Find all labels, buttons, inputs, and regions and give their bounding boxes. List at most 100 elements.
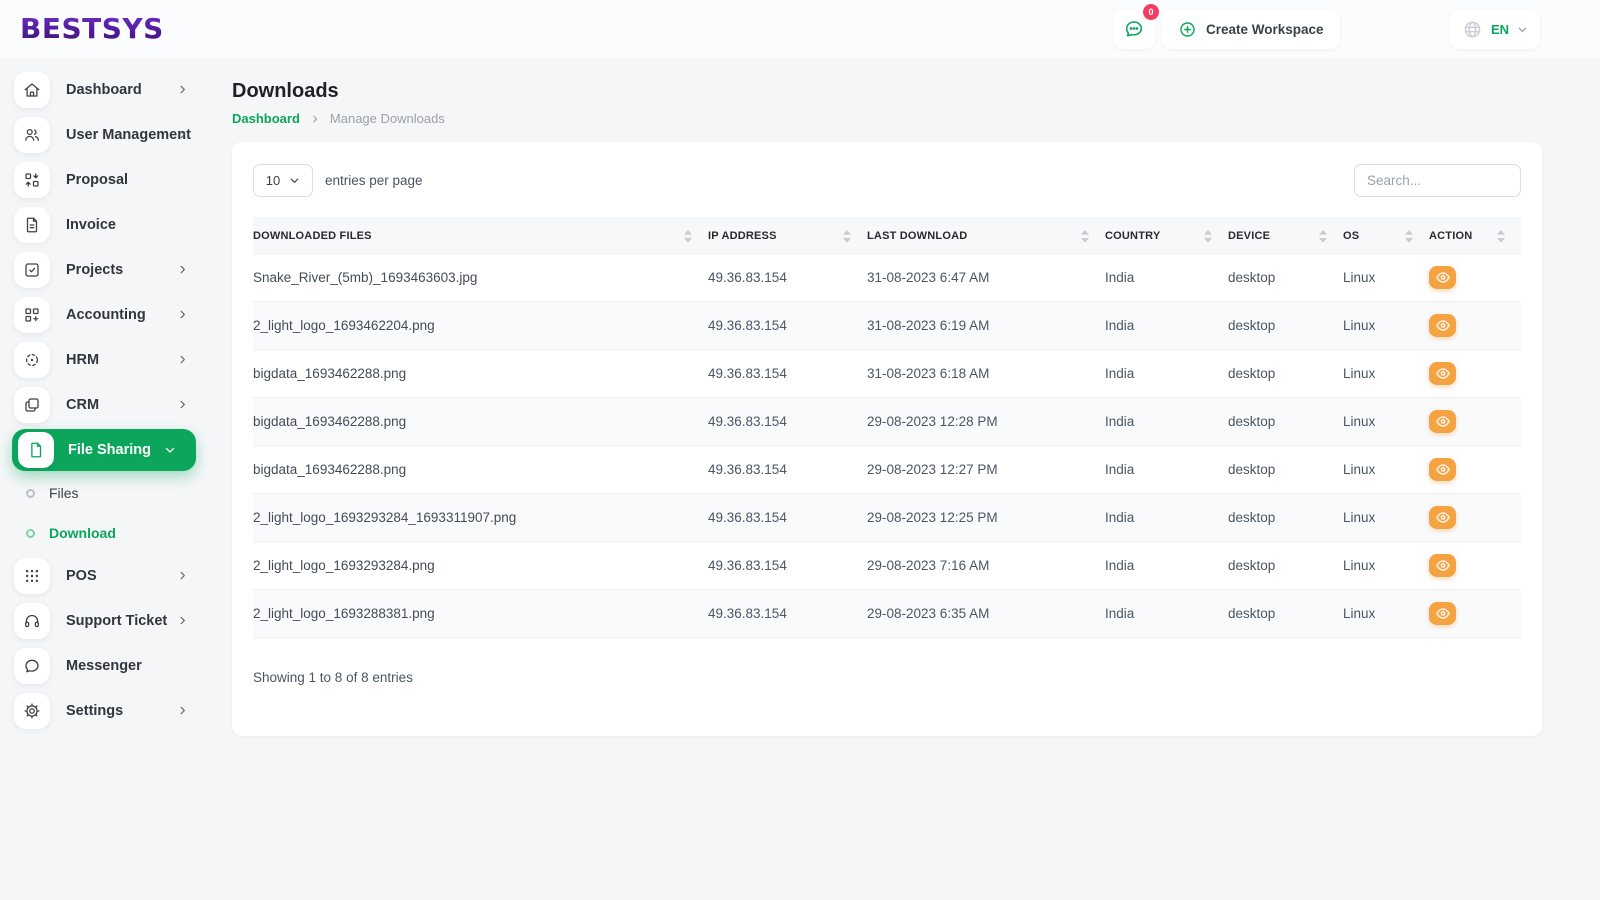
table-row: 2_light_logo_1693293284_1693311907.png 4… — [253, 494, 1521, 542]
gear-icon — [14, 693, 50, 729]
sidebar-item-crm[interactable]: CRM — [0, 382, 220, 427]
ip-address: 49.36.83.154 — [708, 542, 867, 590]
os: Linux — [1343, 350, 1429, 398]
sidebar-item-support-ticket[interactable]: Support Ticket — [0, 598, 220, 643]
sidebar-item-hrm[interactable]: HRM — [0, 337, 220, 382]
main-content: Downloads Dashboard Manage Downloads 10 … — [232, 58, 1542, 736]
sidebar: BESTSYS Dashboard User Management P — [0, 0, 220, 900]
create-workspace-button[interactable]: Create Workspace — [1162, 9, 1340, 49]
sort-icon — [1319, 230, 1327, 243]
column-header-action[interactable]: ACTION — [1429, 219, 1521, 254]
page-size-select[interactable]: 10 — [253, 164, 313, 197]
chevron-down-icon — [289, 175, 300, 186]
sort-icon — [843, 230, 851, 243]
sidebar-item-messenger[interactable]: Messenger — [0, 643, 220, 688]
chevron-right-icon — [177, 615, 188, 626]
topbar — [0, 0, 1600, 58]
os: Linux — [1343, 446, 1429, 494]
sidebar-item-settings[interactable]: Settings — [0, 688, 220, 733]
column-header-downloaded-files[interactable]: DOWNLOADED FILES — [253, 219, 708, 254]
page-title: Downloads — [232, 80, 1542, 103]
eye-icon — [1436, 560, 1450, 571]
column-header-device[interactable]: DEVICE — [1228, 219, 1343, 254]
brand-logo: BESTSYS — [0, 0, 220, 45]
table-row: bigdata_1693462288.png 49.36.83.154 31-0… — [253, 350, 1521, 398]
view-button[interactable] — [1429, 362, 1456, 385]
sidebar-item-invoice[interactable]: Invoice — [0, 202, 220, 247]
last-download: 31-08-2023 6:18 AM — [867, 350, 1105, 398]
eye-icon — [1436, 512, 1450, 523]
downloads-card: 10 entries per page DOWNLOADED FILES IP … — [232, 142, 1542, 736]
file-name: 2_light_logo_1693462204.png — [253, 302, 708, 350]
os: Linux — [1343, 494, 1429, 542]
view-button[interactable] — [1429, 314, 1456, 337]
sidebar-item-file-sharing[interactable]: File Sharing — [12, 429, 196, 471]
circle-bullet-icon — [26, 529, 35, 538]
sort-icon — [1081, 230, 1089, 243]
view-button[interactable] — [1429, 266, 1456, 289]
chevron-right-icon — [177, 129, 188, 140]
country: India — [1105, 590, 1228, 638]
breadcrumb-dashboard-link[interactable]: Dashboard — [232, 111, 300, 126]
sidebar-item-dashboard[interactable]: Dashboard — [0, 67, 220, 112]
last-download: 29-08-2023 12:25 PM — [867, 494, 1105, 542]
column-header-last-download[interactable]: LAST DOWNLOAD — [867, 219, 1105, 254]
topbar-actions: 0 Create Workspace — [1113, 9, 1340, 49]
device: desktop — [1228, 494, 1343, 542]
proposal-icon — [14, 162, 50, 198]
column-header-os[interactable]: OS — [1343, 219, 1429, 254]
support-ticket-icon — [14, 603, 50, 639]
country: India — [1105, 398, 1228, 446]
sidebar-item-accounting[interactable]: Accounting — [0, 292, 220, 337]
sidebar-subitem-files[interactable]: Files — [0, 473, 220, 513]
ip-address: 49.36.83.154 — [708, 398, 867, 446]
table-row: bigdata_1693462288.png 49.36.83.154 29-0… — [253, 446, 1521, 494]
country: India — [1105, 542, 1228, 590]
device: desktop — [1228, 446, 1343, 494]
view-button[interactable] — [1429, 506, 1456, 529]
globe-icon — [1462, 19, 1483, 40]
view-button[interactable] — [1429, 410, 1456, 433]
table-row: bigdata_1693462288.png 49.36.83.154 29-0… — [253, 398, 1521, 446]
view-button[interactable] — [1429, 554, 1456, 577]
sidebar-subitem-download[interactable]: Download — [0, 513, 220, 553]
sidebar-item-projects[interactable]: Projects — [0, 247, 220, 292]
accounting-icon — [14, 297, 50, 333]
column-header-country[interactable]: COUNTRY — [1105, 219, 1228, 254]
language-selector[interactable]: EN — [1450, 9, 1540, 49]
chevron-right-icon — [177, 309, 188, 320]
table-footer-status: Showing 1 to 8 of 8 entries — [253, 670, 1521, 685]
file-name: 2_light_logo_1693293284_1693311907.png — [253, 494, 708, 542]
os: Linux — [1343, 302, 1429, 350]
chat-badge: 0 — [1143, 4, 1159, 20]
chevron-down-icon — [164, 444, 176, 456]
table-header-row: DOWNLOADED FILES IP ADDRESS LAST DOWNLOA… — [253, 219, 1521, 254]
column-header-ip-address[interactable]: IP ADDRESS — [708, 219, 867, 254]
ip-address: 49.36.83.154 — [708, 590, 867, 638]
last-download: 31-08-2023 6:19 AM — [867, 302, 1105, 350]
sidebar-item-proposal[interactable]: Proposal — [0, 157, 220, 202]
file-sharing-icon — [18, 432, 54, 468]
last-download: 29-08-2023 12:28 PM — [867, 398, 1105, 446]
table-row: 2_light_logo_1693462204.png 49.36.83.154… — [253, 302, 1521, 350]
view-button[interactable] — [1429, 602, 1456, 625]
sidebar-item-pos[interactable]: POS — [0, 553, 220, 598]
users-icon — [14, 117, 50, 153]
hrm-icon — [14, 342, 50, 378]
sidebar-menu: Dashboard User Management Proposal — [0, 67, 220, 733]
chevron-right-icon — [177, 399, 188, 410]
chevron-down-icon — [1517, 24, 1528, 35]
chat-button[interactable]: 0 — [1113, 9, 1155, 49]
view-button[interactable] — [1429, 458, 1456, 481]
sidebar-item-user-management[interactable]: User Management — [0, 112, 220, 157]
country: India — [1105, 302, 1228, 350]
chevron-right-icon — [177, 354, 188, 365]
sort-icon — [684, 230, 692, 243]
search-input[interactable] — [1354, 164, 1521, 197]
downloads-table: DOWNLOADED FILES IP ADDRESS LAST DOWNLOA… — [253, 218, 1521, 638]
file-name: Snake_River_(5mb)_1693463603.jpg — [253, 254, 708, 302]
ip-address: 49.36.83.154 — [708, 446, 867, 494]
sort-icon — [1405, 230, 1413, 243]
last-download: 29-08-2023 6:35 AM — [867, 590, 1105, 638]
os: Linux — [1343, 254, 1429, 302]
